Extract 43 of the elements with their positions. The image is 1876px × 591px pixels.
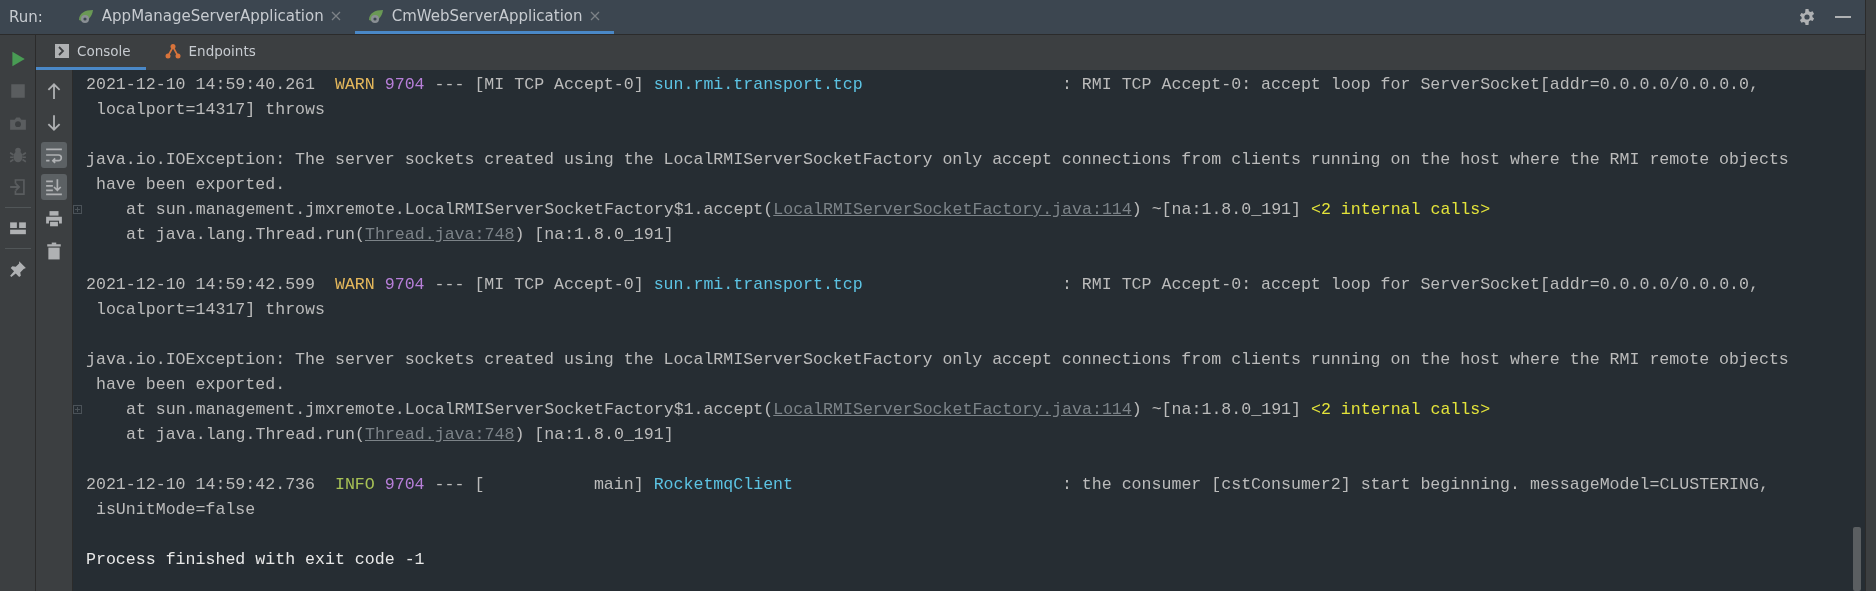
leaf-icon (76, 7, 95, 24)
soft-wrap-icon (45, 146, 63, 164)
console-line: have been exported. (94, 375, 286, 394)
minimize-icon[interactable] (1835, 15, 1851, 19)
source-link[interactable]: LocalRMIServerSocketFactory.java:114 (773, 200, 1132, 219)
console-line: isUnitMode=false (94, 500, 256, 519)
console-line: localport=14317] throws (94, 100, 325, 119)
console-line: java.io.IOException: The server sockets created using the LocalRMIServerSocketFactory only accept connections from clients running on the host where the RMI remote objects (86, 350, 1789, 369)
console-line: java.io.IOException: The server sockets created using the LocalRMIServerSocketFactory only accept connections from clients running on the host where the RMI remote objects (86, 150, 1789, 169)
up-arrow-icon (45, 82, 63, 100)
console-line: 2021-12-10 14:59:42.736 INFO 9704 --- [ main] RocketmqClient : the consumer [cstConsumer2] start beginning. messageModel=CLUSTERING, (86, 475, 1769, 494)
console-icon (55, 44, 69, 58)
soft-wrap-button[interactable] (41, 142, 67, 168)
scroll-to-end-icon (45, 178, 63, 196)
trash-icon (45, 242, 63, 260)
scroll-to-end-button[interactable] (41, 174, 67, 200)
source-link[interactable]: LocalRMIServerSocketFactory.java:114 (773, 400, 1132, 419)
close-icon[interactable] (589, 10, 600, 21)
console-line: at sun.management.jmxremote.LocalRMIServerSocketFactory$1.accept(LocalRMIServerSocketFactory.java:114) ~[na:1.8.0_191] <2 internal calls> (125, 400, 1491, 419)
run-label: Run: (8, 7, 44, 28)
down-arrow-icon (45, 114, 63, 132)
run-tab[interactable]: AppManageServerApplication (64, 0, 355, 34)
expand-icon[interactable] (73, 405, 82, 414)
console-line: 2021-12-10 14:59:42.599 WARN 9704 --- [MI TCP Accept-0] sun.rmi.transport.tcp : RMI TCP Accept-0: accept loop for ServerSocket[addr=0.0.0.0/0.0.0.0, (86, 275, 1759, 294)
console-line: at java.lang.Thread.run(Thread.java:748) [na:1.8.0_191] (125, 225, 674, 244)
console-line: have been exported. (94, 175, 286, 194)
settings-icon[interactable] (1799, 9, 1815, 25)
exit-message: Process finished with exit code -1 (86, 550, 425, 569)
source-link[interactable]: Thread.java:748 (365, 425, 515, 444)
leaf-icon (366, 7, 385, 24)
console-line: 2021-12-10 14:59:40.261 WARN 9704 --- [MI TCP Accept-0] sun.rmi.transport.tcp : RMI TCP Accept-0: accept loop for ServerSocket[addr=0.0.0.0/0.0.0.0, (86, 75, 1759, 94)
scrollbar-thumb[interactable] (1853, 527, 1861, 591)
expand-icon[interactable] (73, 205, 82, 214)
endpoints-icon (164, 43, 181, 59)
pin-icon[interactable] (8, 260, 27, 278)
console-line: at java.lang.Thread.run(Thread.java:748) [na:1.8.0_191] (125, 425, 674, 444)
print-icon (45, 210, 63, 228)
layout-icon[interactable] (8, 219, 27, 237)
close-icon[interactable] (330, 10, 341, 21)
console-line: at sun.management.jmxremote.LocalRMIServerSocketFactory$1.accept(LocalRMIServerSocketFactory.java:114) ~[na:1.8.0_191] <2 internal calls> (125, 200, 1491, 219)
source-link[interactable]: Thread.java:748 (365, 225, 515, 244)
console-tab[interactable]: Endpoints (145, 35, 271, 70)
console-line: localport=14317] throws (94, 300, 325, 319)
